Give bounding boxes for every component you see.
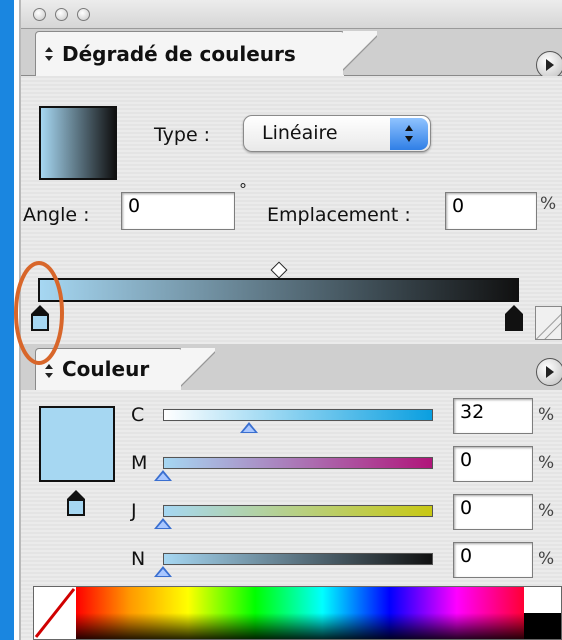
none-color-icon[interactable] [34,587,77,639]
channel-slider-thumb-j[interactable] [154,518,172,529]
color-panel-body: C 32% M 0% J 0% N 0% [21,390,562,640]
fill-proxy-icon[interactable] [67,490,85,516]
resize-grip-icon[interactable] [535,306,562,340]
channel-label-n: N [131,548,146,570]
channel-slider-n[interactable] [163,553,433,565]
channel-value-input-n[interactable]: 0 [453,542,533,578]
highlight-circle-annotation [14,261,64,365]
channel-label-c: C [131,404,145,426]
location-input[interactable]: 0 [445,192,537,230]
select-arrows-icon [390,118,428,150]
channel-value-input-j[interactable]: 0 [453,494,533,530]
channel-unit-m: % [538,453,555,473]
channel-unit-j: % [538,501,555,521]
color-tab-bar: Couleur [21,344,562,391]
tab-gradient[interactable]: Dégradé de couleurs [35,31,345,77]
gradient-ramp[interactable] [38,278,519,302]
tab-gradient-label: Dégradé de couleurs [62,42,296,66]
channel-slider-j[interactable] [163,505,433,517]
degree-symbol: ° [239,180,247,199]
midpoint-diamond[interactable] [270,261,288,279]
channel-slider-thumb-c[interactable] [240,422,259,433]
zoom-window-button[interactable] [77,8,90,21]
gradient-end-stop[interactable] [505,305,523,331]
channel-slider-c[interactable] [163,409,433,421]
black-swatch[interactable] [524,613,561,639]
tab-collapse-arrows-icon[interactable] [45,47,53,63]
close-window-button[interactable] [33,8,46,21]
type-select-value: Linéaire [262,122,338,144]
type-select[interactable]: Linéaire [243,115,431,152]
minimize-window-button[interactable] [55,8,68,21]
white-swatch[interactable] [524,587,561,613]
channel-slider-thumb-n[interactable] [154,566,172,577]
tab-gradient-corner [343,31,377,75]
gradient-panel-menu-icon[interactable] [536,51,562,79]
channel-slider-m[interactable] [163,457,433,469]
channel-unit-c: % [538,405,555,425]
location-unit: % [540,194,557,214]
tab-color-corner [181,348,215,390]
channel-value-input-c[interactable]: 32 [453,398,533,434]
angle-label: Angle : [23,204,90,226]
color-panel-menu-icon[interactable] [536,358,562,386]
location-label: Emplacement : [267,204,411,226]
current-color-swatch[interactable] [39,406,115,482]
channel-label-m: M [131,452,148,474]
palette-window: Dégradé de couleurs Type : Linéaire Angl… [14,0,562,640]
gradient-preview-swatch [39,106,117,180]
channel-unit-n: % [538,549,555,569]
color-spectrum-bar[interactable] [33,586,562,640]
window-titlebar[interactable] [21,0,562,29]
gradient-tab-bar: Dégradé de couleurs [21,29,562,79]
type-label: Type : [154,124,211,146]
channel-value-input-m[interactable]: 0 [453,446,533,482]
channel-label-j: J [131,500,137,522]
left-blue-strip [0,0,14,640]
channel-slider-thumb-m[interactable] [154,470,172,481]
gradient-panel-body: Type : Linéaire Angle : 0 ° Emplacement … [21,76,562,344]
angle-input[interactable]: 0 [121,192,235,230]
